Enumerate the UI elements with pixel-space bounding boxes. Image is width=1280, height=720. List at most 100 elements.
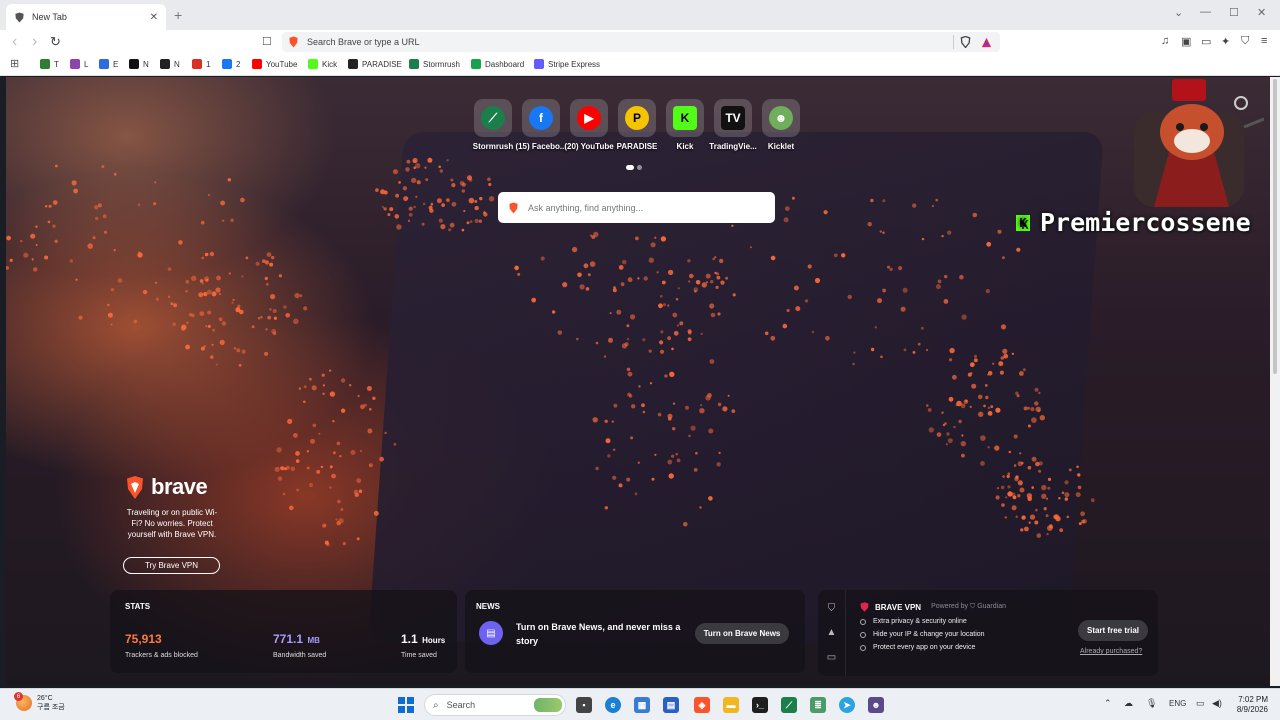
already-purchased-link[interactable]: Already purchased? bbox=[1080, 648, 1142, 655]
top-site-icon-box: K bbox=[666, 99, 704, 137]
menu-icon[interactable]: ≡ bbox=[1261, 35, 1267, 47]
paradise-icon bbox=[348, 59, 358, 69]
bookmark-notion[interactable]: N bbox=[160, 59, 180, 69]
reload-button[interactable]: ↻ bbox=[50, 34, 61, 50]
task-view-icon[interactable]: ▪ bbox=[576, 697, 592, 713]
store-icon[interactable]: ▤ bbox=[663, 697, 679, 713]
clock[interactable]: 7:02 PM 8/9/2026 bbox=[1228, 695, 1268, 715]
top-site-tile[interactable]: K Kick bbox=[660, 99, 710, 151]
address-bar[interactable]: Search Brave or type a URL bbox=[282, 32, 1000, 52]
sidebar-icon[interactable]: ▣ bbox=[1181, 35, 1191, 48]
bookmark-l[interactable]: L bbox=[70, 59, 88, 69]
volume-icon[interactable]: ◀) bbox=[1212, 698, 1222, 709]
bookmark-tradingview[interactable]: N bbox=[129, 59, 149, 69]
music-icon[interactable]: ♫ bbox=[1161, 35, 1169, 47]
top-site-tile[interactable]: P PARADISE bbox=[612, 99, 662, 151]
maximize-button[interactable]: ☐ bbox=[1229, 6, 1239, 19]
minimize-button[interactable]: — bbox=[1200, 6, 1211, 18]
bookmark-paradise[interactable]: PARADISE bbox=[348, 59, 402, 69]
bookmark-facebook[interactable]: 2 bbox=[222, 59, 240, 69]
top-site-tile[interactable]: ▶ (20) YouTube bbox=[564, 99, 614, 151]
search-box[interactable]: Ask anything, find anything... bbox=[498, 192, 775, 223]
terminal-icon[interactable]: ›_ bbox=[752, 697, 768, 713]
language-indicator[interactable]: ENG bbox=[1169, 699, 1186, 708]
new-tab-page: ⟋ Stormrush f (15) Facebo... ▶ (20) YouTube P P… bbox=[6, 77, 1270, 686]
tray-overflow-icon[interactable]: ⌃ bbox=[1104, 698, 1112, 709]
game-app-icon[interactable]: ☻ bbox=[868, 697, 884, 713]
paradise-icon: P bbox=[625, 106, 649, 130]
widget-switcher: ⛉ ▲ ▭ bbox=[818, 590, 846, 676]
bookmark-label: Stripe Express bbox=[548, 59, 601, 69]
start-free-trial-button[interactable]: Start free trial bbox=[1078, 620, 1148, 641]
bookmark-cloverleaf[interactable]: T bbox=[40, 59, 59, 69]
wallet-icon[interactable]: ▭ bbox=[1201, 35, 1211, 48]
vpn-powered-by: Powered by ⛉ Guardian bbox=[931, 603, 1006, 610]
bookmark-e[interactable]: E bbox=[99, 59, 118, 69]
top-site-icon-box: ☻ bbox=[762, 99, 800, 137]
brave-taskbar-icon[interactable]: ◈ bbox=[694, 697, 710, 713]
stormrush-app-icon[interactable]: ⟋ bbox=[781, 697, 797, 713]
tab-search-icon[interactable]: ⌄ bbox=[1174, 6, 1183, 19]
stat-trackers: 75,913 Trackers & ads blocked bbox=[125, 630, 198, 659]
scrollbar-thumb[interactable] bbox=[1273, 79, 1277, 374]
bookmark-stormrush[interactable]: Stormrush bbox=[409, 59, 460, 69]
vpn-feature: Protect every app on your device bbox=[860, 644, 975, 651]
kick-icon bbox=[308, 59, 318, 69]
stat-bandwidth: 771.1 MB Bandwidth saved bbox=[273, 630, 326, 659]
top-site-tile[interactable]: TV TradingVie... bbox=[708, 99, 758, 151]
microphone-icon[interactable]: 🎙 bbox=[1146, 698, 1157, 709]
check-icon bbox=[860, 644, 866, 651]
windows-start-icon[interactable] bbox=[398, 697, 414, 713]
edge-icon[interactable]: e bbox=[605, 697, 621, 713]
top-site-tile[interactable]: ⟋ Stormrush bbox=[468, 99, 518, 151]
taskbar-search[interactable]: ⌕ Search bbox=[424, 694, 566, 716]
file-explorer-icon[interactable]: ▬ bbox=[723, 697, 739, 713]
top-site-icon-box: P bbox=[618, 99, 656, 137]
bookmark-icon[interactable]: ☐ bbox=[262, 34, 272, 50]
notion-icon bbox=[160, 59, 170, 69]
try-brave-vpn-button[interactable]: Try Brave VPN bbox=[123, 557, 220, 574]
network-icon[interactable]: ▭ bbox=[1196, 698, 1205, 709]
rewards-icon[interactable] bbox=[981, 37, 992, 48]
bookmark-kick[interactable]: Kick bbox=[308, 59, 337, 69]
turn-on-brave-news-button[interactable]: Turn on Brave News bbox=[695, 623, 789, 644]
news-icon: ▤ bbox=[479, 621, 503, 645]
trackers-value: 75,913 bbox=[125, 632, 162, 646]
top-sites-pager[interactable] bbox=[626, 165, 642, 170]
tab-new-tab[interactable]: New Tab ✕ bbox=[6, 4, 166, 30]
shields-icon[interactable] bbox=[960, 36, 971, 48]
notepad-icon[interactable]: ≣ bbox=[810, 697, 826, 713]
facebook-icon bbox=[222, 59, 232, 69]
gmail-icon bbox=[192, 59, 202, 69]
top-site-tile[interactable]: ☻ Kicklet bbox=[756, 99, 806, 151]
bookmark-label: E bbox=[113, 59, 119, 69]
window-close-button[interactable]: ✕ bbox=[1257, 6, 1266, 19]
widgets-icon[interactable]: ▦ bbox=[634, 697, 650, 713]
apps-grid-icon[interactable]: ⊞ bbox=[10, 57, 19, 70]
time-unit: Hours bbox=[422, 636, 446, 645]
forward-button[interactable]: › bbox=[32, 34, 37, 50]
talk-tab-icon[interactable]: ▭ bbox=[827, 652, 836, 663]
bookmark-youtube[interactable]: YouTube bbox=[252, 59, 297, 69]
close-icon[interactable]: ✕ bbox=[150, 12, 158, 23]
weather-temp: 26°C bbox=[37, 695, 53, 702]
new-tab-button[interactable]: + bbox=[174, 7, 182, 23]
vpn-feature: Extra privacy & security online bbox=[860, 618, 967, 625]
rewards-tab-icon[interactable]: ▲ bbox=[827, 627, 837, 638]
bookmark-label: Dashboard bbox=[485, 59, 525, 69]
vpn-icon[interactable]: ⛉ bbox=[1241, 35, 1249, 48]
cloud-icon[interactable]: ☁ bbox=[1124, 698, 1133, 709]
top-site-tile[interactable]: f (15) Facebo... bbox=[515, 99, 567, 151]
bookmark-gmail[interactable]: 1 bbox=[192, 59, 210, 69]
back-button[interactable]: ‹ bbox=[12, 34, 17, 50]
bookmark-dashboard[interactable]: Dashboard bbox=[471, 59, 524, 69]
brave-lion-icon bbox=[509, 202, 518, 213]
scrollbar[interactable] bbox=[1270, 77, 1280, 686]
weather-widget[interactable]: 6 26°C 구름 조금 bbox=[14, 692, 65, 712]
leo-icon[interactable]: ✦ bbox=[1221, 35, 1230, 48]
bookmark-label: Kick bbox=[322, 59, 338, 69]
cloverleaf-icon bbox=[40, 59, 50, 69]
bookmark-stripe[interactable]: Stripe Express bbox=[534, 59, 600, 69]
telegram-icon[interactable]: ➤ bbox=[839, 697, 855, 713]
vpn-tab-icon[interactable]: ⛉ bbox=[828, 603, 836, 614]
